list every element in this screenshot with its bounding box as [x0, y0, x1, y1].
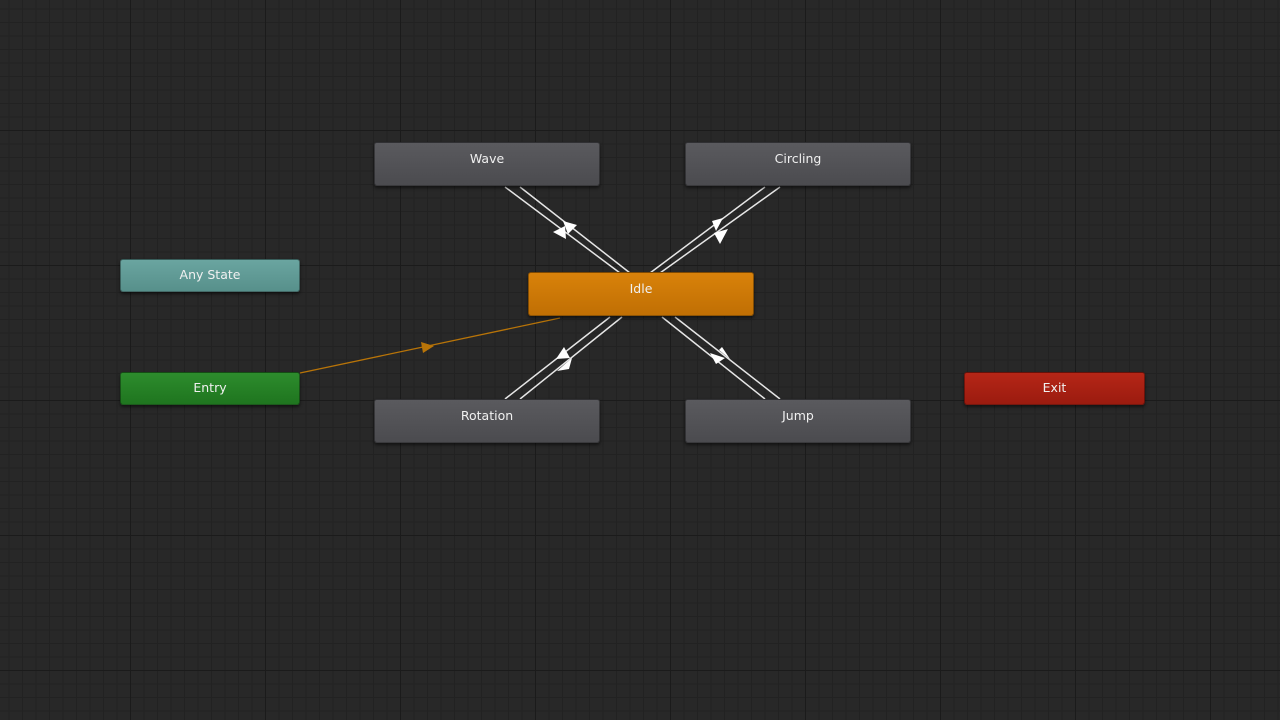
animator-graph-canvas[interactable]: Wave Circling Idle Any State Entry Exit …	[0, 0, 1280, 720]
transition-arrow-icon	[714, 229, 728, 244]
state-label: Exit	[1042, 380, 1067, 395]
state-label: Wave	[469, 151, 505, 166]
state-entry[interactable]: Entry	[120, 372, 300, 405]
state-label: Idle	[629, 281, 653, 296]
state-label: Rotation	[460, 408, 514, 423]
state-jump[interactable]: Jump	[685, 399, 911, 443]
state-exit[interactable]: Exit	[964, 372, 1145, 405]
state-rotation[interactable]: Rotation	[374, 399, 600, 443]
state-circling[interactable]: Circling	[685, 142, 911, 186]
state-label: Circling	[774, 151, 822, 166]
state-label: Any State	[179, 267, 241, 282]
transition-arrow-icon	[556, 347, 570, 359]
state-label: Jump	[782, 408, 814, 423]
transition-layer	[299, 186, 781, 400]
state-any-state[interactable]: Any State	[120, 259, 300, 292]
state-wave[interactable]: Wave	[374, 142, 600, 186]
transition-wave-idle[interactable]	[504, 186, 631, 274]
transition-arrow-icon	[421, 342, 434, 353]
transition-entry-idle[interactable]	[299, 317, 561, 374]
state-label: Entry	[193, 380, 227, 395]
transition-arrow-icon	[557, 358, 572, 371]
transition-circling-idle[interactable]	[649, 186, 781, 274]
transition-jump-idle[interactable]	[661, 316, 781, 400]
transition-rotation-idle[interactable]	[504, 316, 623, 400]
state-idle-default[interactable]: Idle	[528, 272, 754, 316]
